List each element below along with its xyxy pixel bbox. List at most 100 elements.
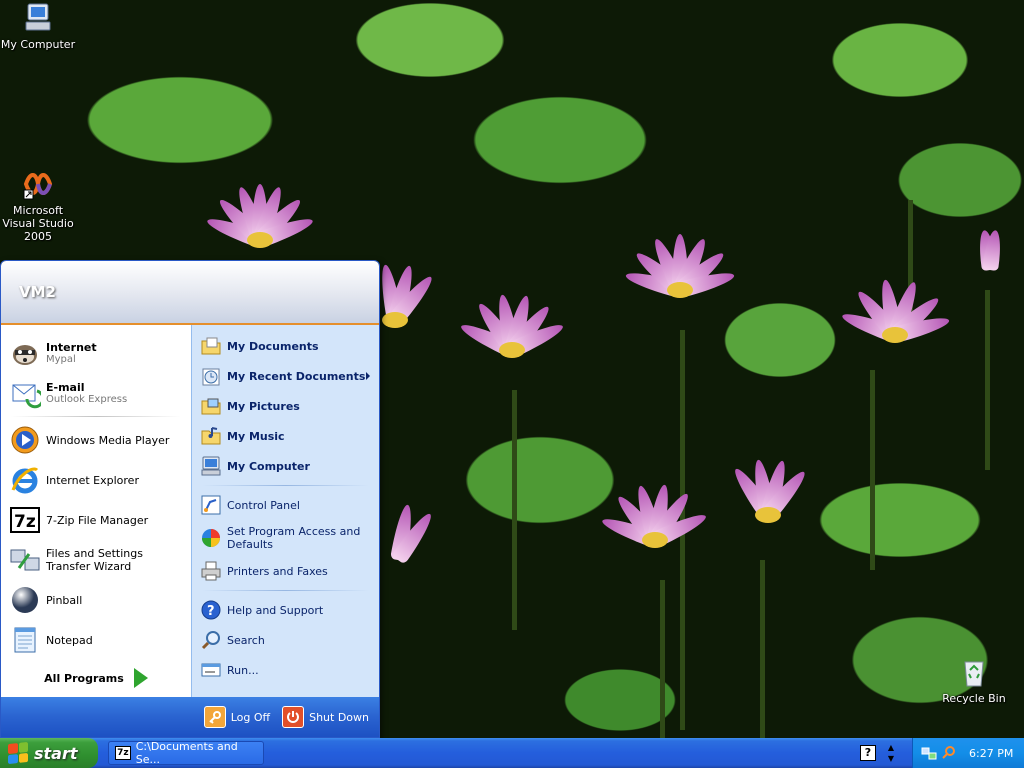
pinned-label: E-mail [46, 380, 85, 394]
recent-label: Files and Settings Transfer Wizard [46, 547, 143, 573]
raccoon-browser-icon [9, 337, 41, 369]
help-tray-icon[interactable]: ? [860, 745, 876, 761]
log-off-label: Log Off [230, 710, 271, 724]
recent-windows-media-player[interactable]: Windows Media Player [1, 420, 191, 460]
recent-label: 7-Zip File Manager [46, 513, 149, 527]
desktop-icon-label: Microsoft Visual Studio 2005 [2, 204, 74, 243]
desktop-icon-recycle-bin[interactable]: Recycle Bin [934, 656, 1014, 705]
pinned-email[interactable]: E-mail Outlook Express [1, 373, 191, 413]
shut-down-label: Shut Down [309, 710, 369, 724]
system-program-access[interactable]: Set Program Access and Defaults [192, 520, 379, 556]
folder-pictures-icon [200, 395, 222, 417]
clock[interactable]: 6:27 PM [969, 747, 1013, 760]
taskbar-window-button[interactable]: 7z C:\Documents and Se... [108, 740, 264, 766]
recent-label: Internet Explorer [46, 473, 139, 487]
tool-label: Run... [227, 663, 259, 677]
key-icon [203, 706, 226, 728]
help-icon: ? [200, 599, 222, 621]
folder-documents-icon [200, 335, 222, 357]
recent-internet-explorer[interactable]: Internet Explorer [1, 460, 191, 500]
user-name: VM2 [19, 283, 56, 301]
place-my-recent-documents[interactable]: My Recent Documents [192, 361, 379, 391]
pinball-icon [9, 584, 41, 616]
start-menu: VM2 Internet Mypal E-mail Outlook Expres… [0, 260, 380, 738]
program-access-icon [200, 527, 222, 549]
desktop-icon-label: My Computer [0, 38, 76, 51]
recent-pinball[interactable]: Pinball [1, 580, 191, 620]
pinned-sub: Outlook Express [46, 393, 128, 405]
search-tray-icon[interactable] [941, 745, 957, 761]
flower-stem [760, 560, 765, 738]
system-label: Control Panel [227, 498, 300, 512]
shut-down-button[interactable]: Shut Down [282, 706, 369, 728]
7zip-icon: 7z [115, 746, 131, 760]
green-arrow-icon [133, 668, 148, 688]
taskbar: start 7z C:\Documents and Se... ? ▲ ▼ 6:2… [0, 738, 1024, 768]
recent-transfer-wizard[interactable]: Files and Settings Transfer Wizard [1, 540, 191, 580]
my-computer-icon [22, 2, 54, 34]
desktop-icon-visual-studio[interactable]: Microsoft Visual Studio 2005 [0, 168, 78, 243]
run-icon [200, 659, 222, 681]
place-label: My Documents [227, 339, 319, 353]
tool-label: Help and Support [227, 603, 324, 617]
system-label: Set Program Access and Defaults [227, 525, 361, 551]
recent-7zip[interactable]: 7z 7-Zip File Manager [1, 500, 191, 540]
start-menu-footer: Log Off Shut Down [1, 697, 379, 737]
tool-search[interactable]: Search [192, 625, 379, 655]
place-label: My Recent Documents [227, 369, 366, 383]
pinned-label: Internet [46, 340, 97, 354]
start-label: start [34, 743, 78, 763]
start-button[interactable]: start [0, 738, 98, 768]
recent-label: Notepad [46, 633, 93, 647]
search-icon [200, 629, 222, 651]
recycle-bin-icon [958, 656, 990, 688]
log-off-button[interactable]: Log Off [203, 706, 271, 728]
place-my-music[interactable]: My Music [192, 421, 379, 451]
tool-run[interactable]: Run... [192, 655, 379, 685]
place-label: My Pictures [227, 399, 300, 413]
windows-logo-icon [8, 741, 28, 765]
outlook-express-icon [9, 377, 45, 409]
separator [202, 485, 369, 486]
internet-explorer-icon [9, 464, 41, 496]
recent-documents-icon [200, 365, 222, 387]
network-icon[interactable] [921, 745, 937, 761]
power-icon [282, 706, 305, 728]
recent-label: Windows Media Player [46, 433, 170, 447]
svg-text:?: ? [207, 604, 215, 619]
place-my-documents[interactable]: My Documents [192, 331, 379, 361]
notepad-icon [9, 624, 41, 656]
recent-notepad[interactable]: Notepad [1, 620, 191, 660]
svg-text:7z: 7z [14, 512, 36, 532]
taskbar-window-label: C:\Documents and Se... [135, 740, 238, 766]
separator [202, 590, 369, 591]
tray-scroll-arrows-icon[interactable]: ▲ ▼ [885, 742, 897, 764]
place-my-computer[interactable]: My Computer [192, 451, 379, 481]
system-label: Printers and Faxes [227, 564, 328, 578]
system-tray: 6:27 PM [912, 738, 1024, 768]
visual-studio-icon [22, 168, 54, 200]
pinned-sub: Mypal [46, 353, 76, 365]
desktop-icon-my-computer[interactable]: My Computer [0, 2, 78, 51]
pinned-internet[interactable]: Internet Mypal [1, 333, 191, 373]
printer-icon [200, 560, 222, 582]
flower-stem [512, 390, 517, 630]
folder-music-icon [200, 425, 222, 447]
tool-label: Search [227, 633, 265, 647]
media-player-icon [9, 424, 41, 456]
system-printers-faxes[interactable]: Printers and Faxes [192, 556, 379, 586]
place-label: My Computer [227, 459, 310, 473]
system-control-panel[interactable]: Control Panel [192, 490, 379, 520]
control-panel-icon [200, 494, 222, 516]
tool-help-support[interactable]: ? Help and Support [192, 595, 379, 625]
place-my-pictures[interactable]: My Pictures [192, 391, 379, 421]
start-menu-left-pane: Internet Mypal E-mail Outlook Express Wi… [1, 325, 191, 697]
start-menu-right-pane: My Documents My Recent Documents My Pict… [191, 325, 379, 697]
transfer-wizard-icon [9, 544, 41, 576]
all-programs-label: All Programs [44, 671, 124, 685]
flower-stem [870, 370, 875, 570]
submenu-arrow-icon [366, 372, 370, 380]
recent-label: Pinball [46, 593, 83, 607]
all-programs-button[interactable]: All Programs [1, 659, 191, 697]
computer-icon [200, 455, 222, 477]
